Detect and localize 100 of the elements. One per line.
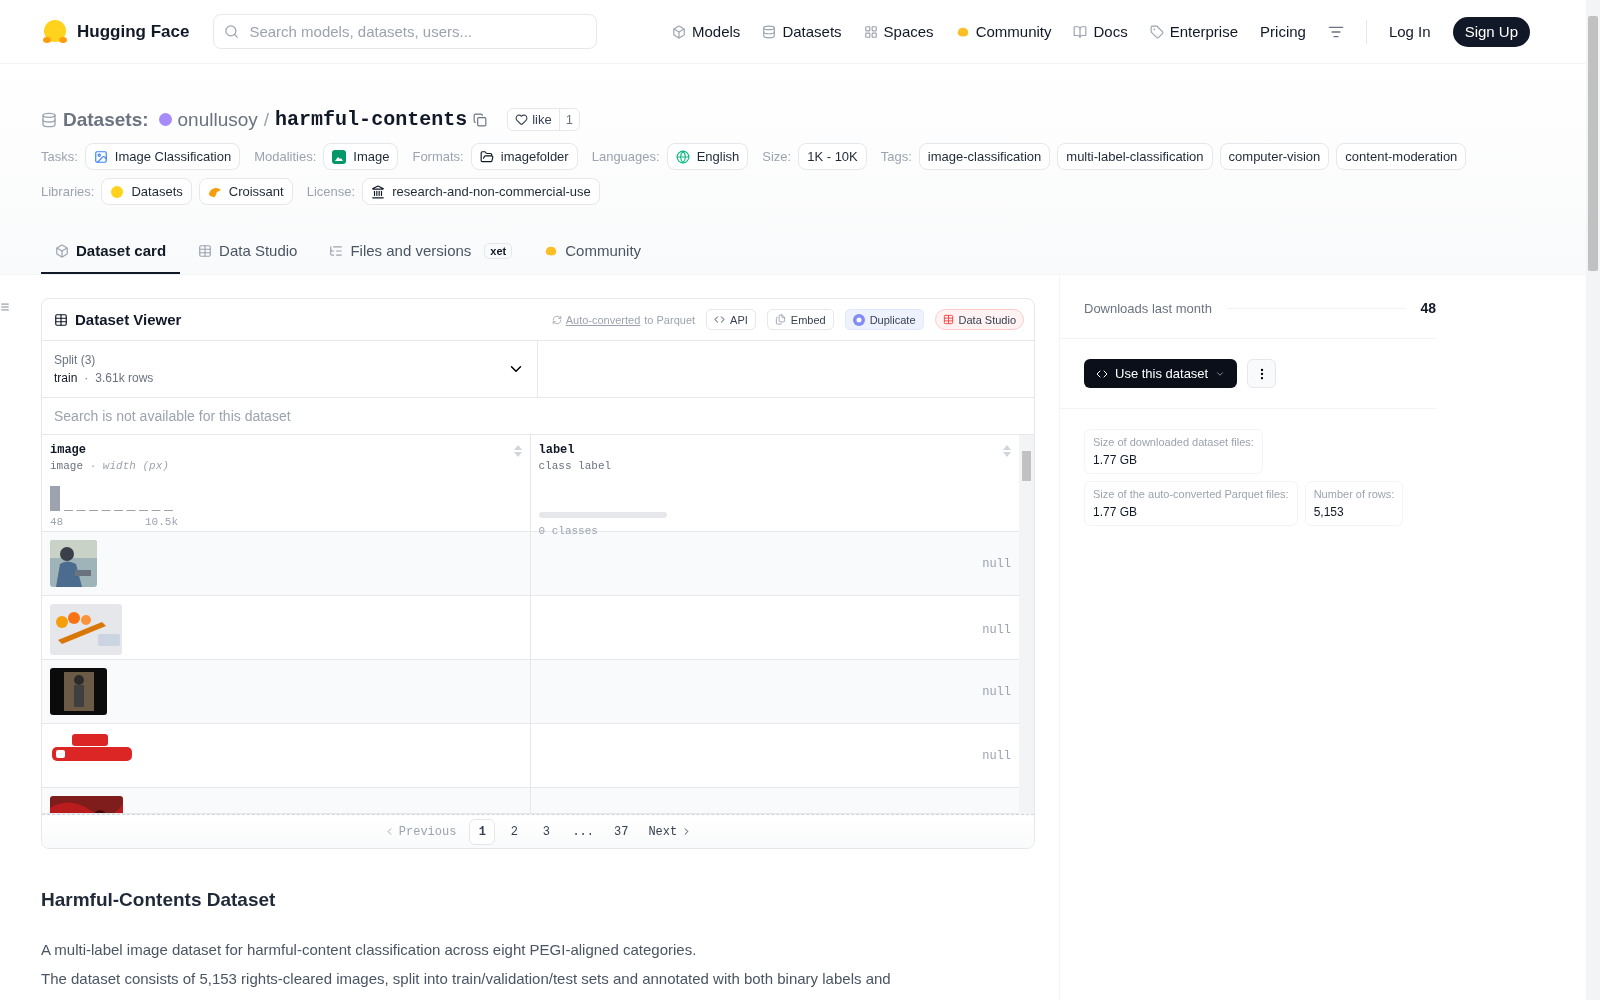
axis-label: 48 xyxy=(50,516,64,528)
globe-icon xyxy=(675,149,690,164)
image-icon xyxy=(332,149,347,164)
code-icon xyxy=(714,314,726,325)
use-dataset-button[interactable]: Use this dataset xyxy=(1084,359,1238,388)
logo-icon xyxy=(41,17,69,46)
tab[interactable]: Community xyxy=(530,230,656,274)
search-bar[interactable]: Search models, datasets, users... xyxy=(213,14,598,49)
duplicate-icon xyxy=(852,313,865,326)
tag-chip[interactable]: 1K - 10K xyxy=(798,143,867,170)
tab[interactable]: Data Studio xyxy=(184,230,312,274)
column-header[interactable]: label class label 0 classes xyxy=(530,435,1019,537)
paragraph: A multi-label image dataset for harmful-content classification across eight PEGI-aligned categories. xyxy=(41,941,698,958)
meta-label: Formats: xyxy=(412,149,464,164)
paragraph: The dataset consists of 5,153 rights-cleared images, split into train/validation/test sets and annotated with both binary labels and xyxy=(41,970,892,987)
cube-icon xyxy=(55,243,69,258)
tag-icon xyxy=(1149,24,1164,39)
tag-chip[interactable]: Image Classification xyxy=(84,143,241,170)
refresh-icon xyxy=(551,314,562,325)
section-label: Datasets: xyxy=(63,108,149,131)
landmark-icon xyxy=(371,184,386,199)
table-cell-text: null xyxy=(981,555,1012,573)
files-icon xyxy=(774,314,786,325)
folder-icon xyxy=(479,149,494,164)
tab[interactable]: Files and versions xet xyxy=(315,230,527,274)
tag-chip[interactable]: research-and-non-commercial-use xyxy=(362,178,600,205)
nav-link[interactable]: Docs xyxy=(1073,23,1128,40)
stat-card: Size of downloaded dataset files: 1.77 GB xyxy=(1084,429,1263,474)
nav-link[interactable]: Enterprise xyxy=(1149,23,1239,40)
tag-chip[interactable]: Croissant xyxy=(198,178,293,205)
meta-label: License: xyxy=(306,184,356,199)
sort-icon[interactable] xyxy=(513,445,522,457)
viewer-button[interactable]: API xyxy=(706,309,756,330)
section-heading: Harmful-Contents Dataset xyxy=(41,889,277,911)
search-icon xyxy=(224,24,240,39)
nav-link[interactable]: Spaces xyxy=(863,23,934,40)
tag-chip[interactable]: Datasets xyxy=(101,178,192,205)
cube-icon xyxy=(672,24,686,39)
dataset-name: harmful-contents xyxy=(275,108,468,131)
list-icon xyxy=(329,243,344,258)
table-cell-text: null xyxy=(981,683,1012,701)
book-icon xyxy=(1073,24,1088,39)
viewer-button[interactable]: Data Studio xyxy=(934,309,1024,330)
signup-button[interactable]: Sign Up xyxy=(1452,16,1530,47)
next-link[interactable]: Next xyxy=(641,818,700,845)
sort-icon[interactable] xyxy=(1003,445,1011,457)
heart-icon xyxy=(515,113,529,126)
meta-label: Tasks: xyxy=(41,149,78,164)
meta-label: Modalities: xyxy=(254,149,317,164)
tag-chip[interactable]: imagefolder xyxy=(470,143,578,170)
more-button[interactable] xyxy=(1247,359,1277,388)
downloads-label: Downloads last month xyxy=(1084,300,1212,316)
meta-label: Tags: xyxy=(880,149,912,164)
database-icon xyxy=(762,24,777,39)
grid-icon xyxy=(863,24,878,39)
brand-name[interactable]: Hugging Face xyxy=(77,21,190,42)
image-icon xyxy=(93,149,108,164)
table-icon xyxy=(198,243,213,258)
table-cell-text: null xyxy=(981,621,1012,639)
nav-link[interactable]: Pricing xyxy=(1260,23,1306,40)
like-button[interactable]: like 1 xyxy=(507,108,580,131)
stat-card: Size of the auto-converted Parquet files: 1.77 GB xyxy=(1084,481,1298,526)
table-cell-text: null xyxy=(981,747,1012,765)
tag-chip[interactable]: image-classification xyxy=(918,143,1051,170)
downloads-count: 48 xyxy=(1420,300,1436,316)
page-link[interactable]: 3 xyxy=(533,818,560,845)
viewer-button[interactable]: Duplicate xyxy=(844,309,924,330)
tag-chip[interactable]: multi-label-classification xyxy=(1057,143,1213,170)
meta-label: Libraries: xyxy=(41,184,95,199)
tag-chip[interactable]: content-moderation xyxy=(1336,143,1467,170)
panel-title: Dataset Viewer xyxy=(75,311,182,328)
nav-link[interactable]: Community xyxy=(955,23,1052,40)
class-count: 0 classes xyxy=(538,525,599,537)
owner-link[interactable]: onullusoy xyxy=(177,108,258,131)
tab[interactable]: Dataset card xyxy=(41,230,181,274)
meta-label: Size: xyxy=(762,149,792,164)
menu-icon[interactable] xyxy=(0,302,10,312)
tag-chip[interactable]: English xyxy=(666,143,749,170)
logo-icon xyxy=(110,184,125,199)
search-input[interactable]: Search models, datasets, users... xyxy=(247,22,587,41)
table-icon xyxy=(942,314,954,325)
viewer-button[interactable]: Embed xyxy=(766,309,834,330)
page-link[interactable]: 37 xyxy=(607,818,636,845)
tag-chip[interactable]: Image xyxy=(323,143,399,170)
avatar-icon xyxy=(158,113,172,126)
page-link[interactable]: 1 xyxy=(469,818,496,845)
stat-card: Number of rows: 5,153 xyxy=(1304,481,1404,526)
tag-chip[interactable]: computer-vision xyxy=(1219,143,1330,170)
copy-icon[interactable] xyxy=(473,112,488,127)
nav-link[interactable]: Models xyxy=(672,23,741,40)
login-link[interactable]: Log In xyxy=(1388,23,1431,40)
table-icon xyxy=(54,312,68,327)
axis-label: 10.5k xyxy=(145,516,178,528)
path-separator: / xyxy=(263,108,270,131)
nav-link[interactable]: Datasets xyxy=(762,23,842,40)
meta-label: Languages: xyxy=(591,149,660,164)
converted-note: to Parquet xyxy=(644,313,696,326)
database-icon xyxy=(41,111,57,128)
page-link[interactable]: ... xyxy=(565,818,601,845)
page-link[interactable]: 2 xyxy=(501,818,528,845)
